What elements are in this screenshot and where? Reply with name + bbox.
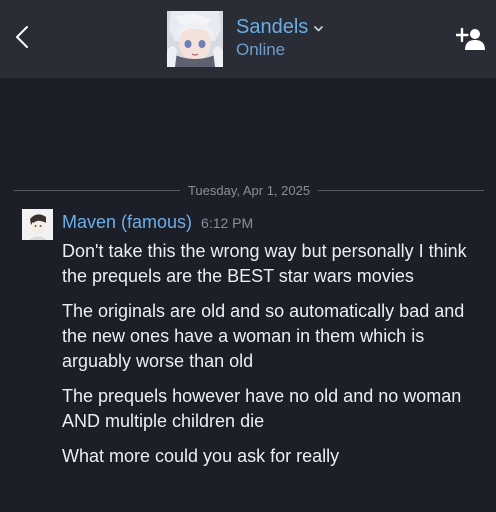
message-line: The originals are old and so automatical… xyxy=(62,301,465,371)
date-separator: Tuesday, Apr 1, 2025 xyxy=(14,180,485,200)
back-button[interactable] xyxy=(6,20,38,58)
chat-header: Sandels Online xyxy=(0,0,496,78)
date-label: Tuesday, Apr 1, 2025 xyxy=(187,182,311,198)
add-friend-icon xyxy=(455,27,486,56)
message-line: Don't take this the wrong way but person… xyxy=(62,241,467,286)
contact-avatar[interactable] xyxy=(167,11,223,67)
message-header: Maven (famous) 6:12 PM xyxy=(62,212,253,233)
chevron-left-icon xyxy=(15,25,29,54)
contact-title: Sandels Online xyxy=(236,14,324,62)
sender-avatar[interactable] xyxy=(22,209,53,240)
chevron-down-icon xyxy=(314,19,324,37)
add-friend-button[interactable] xyxy=(455,26,486,52)
contact-status: Online xyxy=(236,40,286,59)
contact-name-dropdown[interactable]: Sandels xyxy=(236,14,324,40)
divider-line xyxy=(318,189,485,191)
message-line: The prequels however have no old and no … xyxy=(62,386,462,431)
message-body: Don't take this the wrong way but person… xyxy=(62,239,482,479)
divider-line xyxy=(14,189,180,191)
sender-name[interactable]: Maven (famous) xyxy=(62,212,192,233)
message-timestamp: 6:12 PM xyxy=(201,215,254,231)
contact-name: Sandels xyxy=(236,16,309,38)
message-line: What more could you ask for really xyxy=(62,446,340,466)
